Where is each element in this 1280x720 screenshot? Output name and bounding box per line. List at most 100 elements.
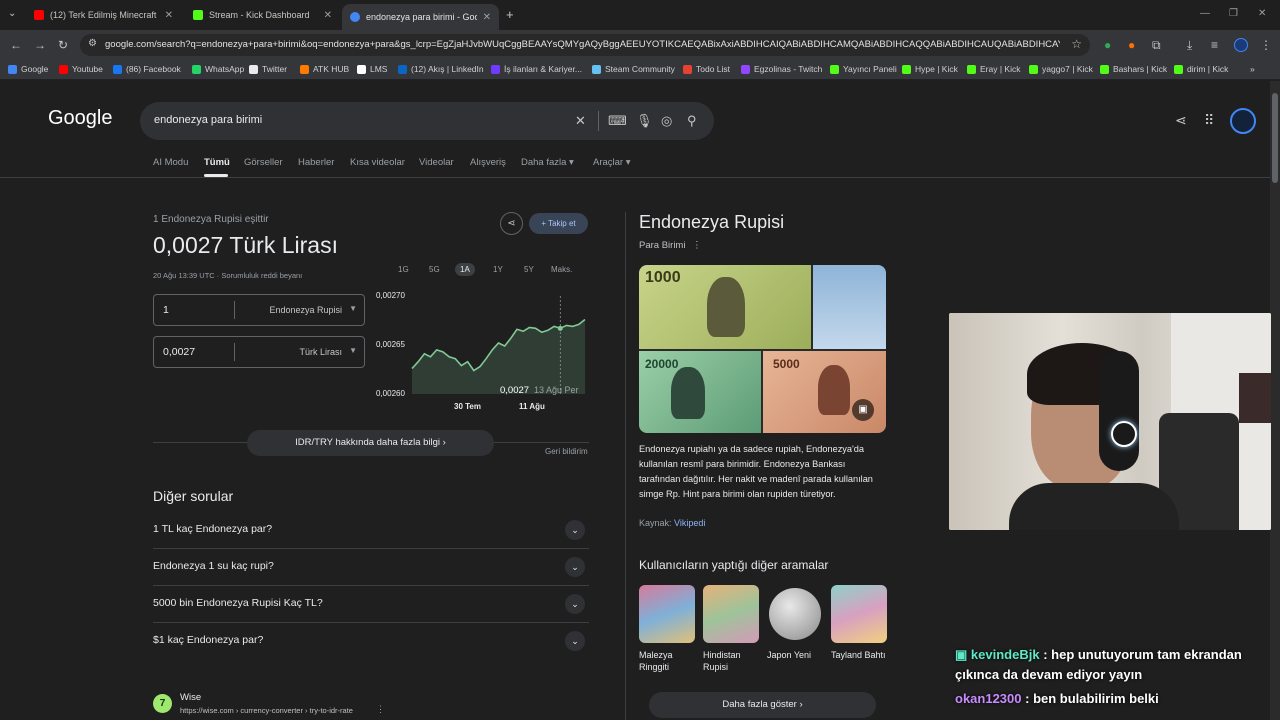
more-info-button[interactable]: IDR/TRY hakkında daha fazla bilgi ›: [247, 430, 494, 456]
bookmark-star-icon[interactable]: ☆: [1071, 37, 1082, 51]
media-icon[interactable]: ≡: [1211, 38, 1218, 52]
tab-tools[interactable]: Araçlar ▾: [593, 157, 631, 168]
image-gallery-icon[interactable]: ▣: [852, 399, 874, 421]
bookmark-item[interactable]: Todo List: [683, 64, 730, 74]
bookmark-item[interactable]: Steam Community: [592, 64, 675, 74]
extensions-puzzle-icon[interactable]: ⧉: [1152, 38, 1161, 53]
related-label[interactable]: Tayland Bahtı: [831, 649, 887, 661]
bookmark-item[interactable]: İş ilanları & Kariyer...: [491, 64, 582, 74]
search-input[interactable]: endonezya para birimi: [154, 114, 262, 126]
menu-icon[interactable]: ⋮: [1260, 38, 1272, 52]
tab-close-icon[interactable]: ✕: [165, 10, 173, 21]
range-1m[interactable]: 1A: [455, 263, 475, 276]
range-5d[interactable]: 5G: [424, 263, 445, 276]
range-5y[interactable]: 5Y: [519, 263, 539, 276]
exchange-rate-chart[interactable]: 0,00270 0,00265 0,00260 30 Tem 11 Ağu 0,0027 1…: [372, 286, 590, 416]
tab-images[interactable]: Görseller: [244, 157, 283, 168]
search-box[interactable]: endonezya para birimi ✕ ⌨ 🎙 ◎ ⚲: [140, 102, 714, 140]
banknote-image[interactable]: [813, 265, 886, 349]
question-text[interactable]: 1 TL kaç Endonezya par?: [153, 523, 272, 535]
scrollbar-thumb[interactable]: [1272, 93, 1278, 183]
download-icon[interactable]: ⤓: [1187, 38, 1192, 53]
forward-icon[interactable]: →: [34, 38, 46, 52]
lens-icon[interactable]: ◎: [661, 113, 672, 129]
chevron-down-icon[interactable]: ⌄: [565, 631, 585, 651]
clear-icon[interactable]: ✕: [575, 113, 586, 129]
browser-tab-2[interactable]: Stream - Kick Dashboard ✕: [185, 4, 340, 26]
from-currency-select[interactable]: Endonezya Rupisi: [269, 305, 342, 315]
wise-logo[interactable]: 7: [153, 694, 172, 713]
bookmark-item[interactable]: Bashars | Kick: [1100, 64, 1167, 74]
bookmark-item[interactable]: Egzolinas - Twitch: [741, 64, 822, 74]
range-1d[interactable]: 1G: [393, 263, 414, 276]
tab-videos[interactable]: Videolar: [419, 157, 454, 168]
question-item[interactable]: $1 kaç Endonezya par? ⌄: [153, 623, 589, 660]
apps-grid-icon[interactable]: ⠿: [1204, 112, 1214, 129]
related-search-item[interactable]: Hindistan Rupisi: [703, 585, 759, 673]
more-options-icon[interactable]: ⋮: [692, 240, 702, 251]
bookmark-item[interactable]: Yayıncı Paneli: [830, 64, 897, 74]
extension-icon[interactable]: ●: [1128, 38, 1135, 52]
minimize-icon[interactable]: —: [1200, 8, 1210, 19]
back-icon[interactable]: ←: [10, 38, 22, 52]
maximize-icon[interactable]: ❐: [1229, 8, 1238, 19]
to-amount-field[interactable]: 0,0027 Türk Lirası ▼: [153, 336, 365, 368]
close-window-icon[interactable]: ✕: [1258, 8, 1266, 19]
to-value[interactable]: 0,0027: [163, 346, 195, 358]
range-max[interactable]: Maks.: [546, 263, 577, 276]
range-1y[interactable]: 1Y: [488, 263, 508, 276]
browser-tab-1[interactable]: (12) Terk Edilmiş Minecraft Sunu ✕: [26, 4, 181, 26]
tab-close-icon[interactable]: ✕: [324, 10, 332, 21]
related-search-item[interactable]: Malezya Ringgiti: [639, 585, 695, 673]
banknote-image[interactable]: 5000: [763, 351, 886, 433]
related-label[interactable]: Japon Yeni: [767, 649, 823, 661]
result-url[interactable]: https://wise.com › currency-converter › …: [180, 706, 353, 715]
converter-share-button[interactable]: ⋖: [500, 212, 523, 235]
bookmark-item[interactable]: WhatsApp: [192, 64, 244, 74]
question-item[interactable]: Endonezya 1 su kaç rupi? ⌄: [153, 549, 589, 586]
bookmark-item[interactable]: Hype | Kick: [902, 64, 958, 74]
banknote-image[interactable]: 20000: [639, 351, 761, 433]
google-logo[interactable]: Google: [48, 107, 113, 130]
page-scrollbar[interactable]: [1270, 81, 1280, 720]
question-text[interactable]: 5000 bin Endonezya Rupisi Kaç TL?: [153, 597, 323, 609]
site-info-icon[interactable]: ⚙: [88, 38, 97, 49]
related-label[interactable]: Malezya Ringgiti: [639, 649, 695, 673]
account-avatar[interactable]: [1230, 108, 1256, 134]
bookmark-item[interactable]: LMS: [357, 64, 387, 74]
banknote-image[interactable]: 1000: [639, 265, 811, 349]
browser-tab-3[interactable]: endonezya para birimi - Google ✕: [342, 4, 499, 30]
from-value[interactable]: 1: [163, 304, 169, 316]
search-icon[interactable]: ⚲: [687, 113, 697, 129]
related-thumbnail[interactable]: [639, 585, 695, 643]
tab-news[interactable]: Haberler: [298, 157, 334, 168]
related-thumbnail[interactable]: [831, 585, 887, 643]
question-text[interactable]: Endonezya 1 su kaç rupi?: [153, 560, 274, 572]
extension-icon[interactable]: ●: [1104, 38, 1111, 52]
related-label[interactable]: Hindistan Rupisi: [703, 649, 759, 673]
follow-button[interactable]: + Takip et: [529, 213, 588, 234]
address-bar[interactable]: ⚙ google.com/search?q=endonezya+para+bir…: [80, 34, 1090, 56]
question-item[interactable]: 1 TL kaç Endonezya par? ⌄: [153, 512, 589, 549]
url-text[interactable]: google.com/search?q=endonezya+para+birim…: [105, 39, 1060, 50]
chevron-down-icon[interactable]: ▼: [349, 346, 357, 355]
feedback-link[interactable]: Geri bildirim: [545, 447, 588, 456]
mic-icon[interactable]: 🎙: [636, 113, 653, 129]
bookmark-item[interactable]: Google: [8, 64, 48, 74]
related-thumbnail[interactable]: [703, 585, 759, 643]
related-thumbnail[interactable]: [767, 585, 823, 643]
bookmark-item[interactable]: dirim | Kick: [1174, 64, 1228, 74]
tab-shopping[interactable]: Alışveriş: [470, 157, 506, 168]
chevron-down-icon[interactable]: ⌄: [565, 520, 585, 540]
bookmark-item[interactable]: Twitter: [249, 64, 287, 74]
related-search-item[interactable]: Japon Yeni: [767, 585, 823, 661]
more-bookmarks-button[interactable]: »: [1250, 64, 1255, 74]
tab-search-icon[interactable]: ⌄: [8, 8, 16, 19]
bookmark-item[interactable]: yaggo7 | Kick: [1029, 64, 1093, 74]
tab-close-icon[interactable]: ✕: [483, 12, 491, 23]
chevron-down-icon[interactable]: ▼: [349, 304, 357, 313]
banknote-image-grid[interactable]: 1000 20000 5000 ▣: [639, 265, 886, 433]
chevron-down-icon[interactable]: ⌄: [565, 594, 585, 614]
tab-more[interactable]: Daha fazla ▾: [521, 157, 574, 168]
bookmark-item[interactable]: ATK HUB: [300, 64, 349, 74]
